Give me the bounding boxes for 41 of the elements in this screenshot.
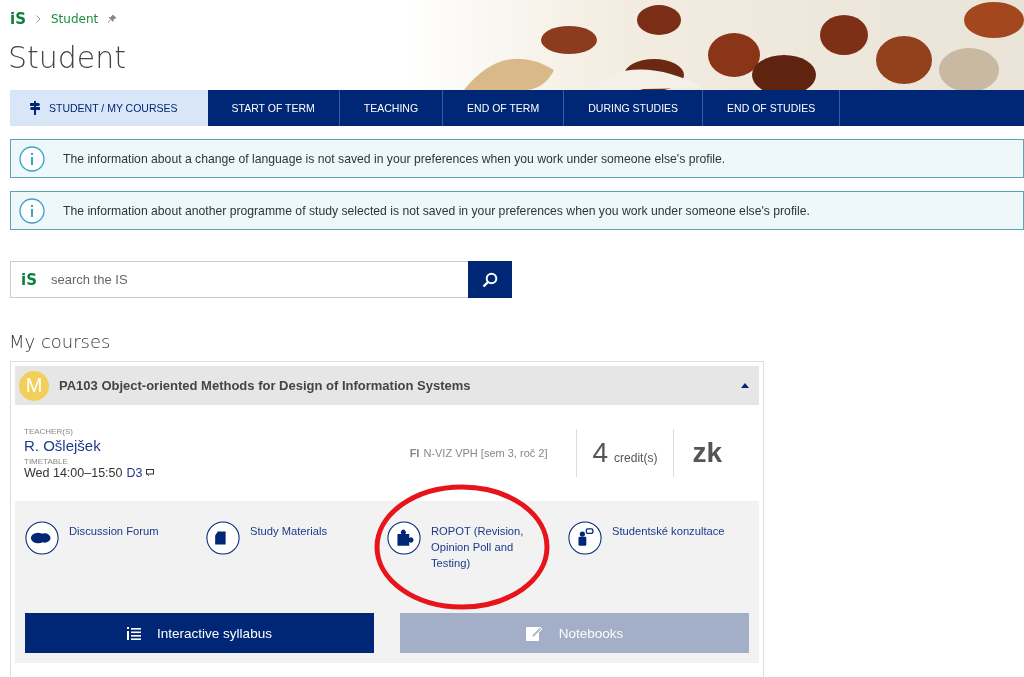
faculty-code: FI [409, 447, 420, 459]
search-icon [482, 271, 498, 288]
room-link[interactable]: D3 [126, 465, 143, 480]
credits-value: 4 [592, 437, 609, 469]
search-field[interactable]: iS search the IS [10, 261, 468, 298]
course-title: PA103 Object-oriented Methods for Design of Information Systems [59, 378, 472, 393]
field-label: TEACHER(S) [24, 426, 74, 436]
chevron-icon [35, 15, 41, 23]
course-link[interactable]: Studentské konzultace [568, 521, 749, 613]
course-header[interactable]: M PA103 Object-oriented Methods for Design of Information Systems [15, 366, 759, 405]
course-link[interactable]: Study Materials [206, 521, 387, 613]
list-icon [127, 626, 142, 640]
info-icon [19, 145, 45, 172]
nav-tab[interactable]: STUDENT / MY COURSES [10, 90, 208, 126]
section-heading: My courses [9, 331, 112, 352]
course-link[interactable]: ROPOT (Revision, Opinion Poll and Testing) [387, 521, 568, 613]
breadcrumb-link[interactable]: Student [50, 12, 99, 26]
course-link[interactable]: Discussion Forum [25, 521, 206, 613]
document-icon [206, 521, 240, 555]
is-logo: iS [21, 270, 37, 289]
field-label: TIMETABLE [24, 456, 69, 466]
notice-text: The information about a change of language is not saved in your preferences when you work under someone else's profile. [63, 151, 726, 166]
person-speech-icon [568, 521, 602, 555]
collapse-caret-icon[interactable] [741, 383, 749, 388]
pin-icon[interactable] [108, 15, 117, 23]
notice-text: The information about another programme of study selected is not saved in your preferences when you work under someone else's profile. [63, 203, 810, 218]
chat-bubbles-icon [25, 521, 59, 555]
signpost-icon [30, 101, 40, 115]
edit-icon [525, 625, 543, 641]
syllabus-button[interactable]: Interactive syllabus [25, 613, 374, 653]
programme-text: N-VIZ VPH [sem 3, roč 2] [423, 447, 548, 459]
info-icon [19, 197, 45, 224]
teacher-link[interactable]: R. Ošlejšek [24, 436, 410, 454]
timetable-text: Wed 14:00–15:50 [24, 465, 123, 480]
search-button[interactable] [468, 261, 512, 298]
is-logo[interactable]: iS [10, 10, 26, 28]
puzzle-icon [387, 521, 421, 555]
credits-label: credit(s) [614, 451, 658, 465]
page-title: Student [8, 40, 128, 75]
course-badge: M [19, 370, 49, 401]
completion-type: zk [691, 437, 723, 469]
